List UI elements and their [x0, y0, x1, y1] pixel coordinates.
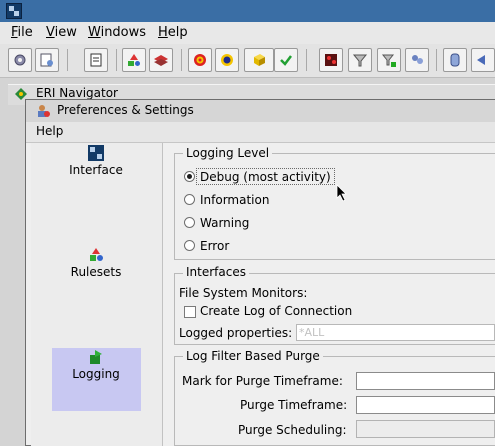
category-rulesets[interactable]: Rulesets: [51, 247, 141, 279]
logging-level-legend: Logging Level: [183, 146, 273, 160]
main-toolbar: [0, 44, 495, 78]
layers-icon[interactable]: [149, 48, 173, 72]
purge-scheduling-label: Purge Scheduling:: [238, 423, 347, 437]
purge-timeframe-label: Purge Timeframe:: [240, 398, 348, 412]
radio-debug-label[interactable]: Debug (most activity): [200, 170, 331, 184]
main-menu-bar: File View Windows Help: [0, 22, 495, 44]
logging-icon: [88, 349, 104, 365]
category-logging[interactable]: Logging: [51, 349, 141, 381]
main-title-bar: [0, 0, 495, 22]
arrow-icon[interactable]: [471, 48, 495, 72]
target-icon[interactable]: [188, 48, 212, 72]
radio-error-label[interactable]: Error: [200, 239, 229, 253]
preferences-icon: [35, 103, 51, 119]
menu-windows[interactable]: Windows: [88, 25, 146, 40]
category-logging-label: Logging: [72, 367, 120, 381]
mouse-cursor-icon: [336, 184, 348, 205]
document-icon[interactable]: [84, 48, 108, 72]
radio-debug[interactable]: [184, 171, 195, 182]
category-interface-label: Interface: [69, 163, 123, 177]
checkmark-icon[interactable]: [274, 48, 298, 72]
cube-dropdown-icon[interactable]: [244, 48, 274, 72]
radio-information-label[interactable]: Information: [200, 193, 269, 207]
filter-icon[interactable]: [348, 48, 372, 72]
navigator-title: ERI Navigator: [36, 86, 118, 100]
rules-view-icon[interactable]: [35, 48, 59, 72]
shapes-icon[interactable]: [122, 48, 146, 72]
menu-view[interactable]: View: [46, 25, 77, 40]
interfaces-legend: Interfaces: [183, 265, 249, 279]
radio-warning-label[interactable]: Warning: [200, 216, 249, 230]
preferences-menu-bar: [26, 122, 495, 143]
filter-add-icon[interactable]: [377, 48, 401, 72]
rulesets-icon: [88, 247, 104, 263]
logged-properties-label: Logged properties:: [179, 326, 293, 340]
refresh-cycle-icon[interactable]: [215, 48, 239, 72]
purge-legend: Log Filter Based Purge: [183, 349, 323, 363]
radio-information[interactable]: [184, 194, 195, 205]
category-rulesets-label: Rulesets: [70, 265, 122, 279]
users-icon[interactable]: [405, 48, 429, 72]
create-log-checkbox[interactable]: [184, 306, 196, 318]
mark-for-purge-input[interactable]: [356, 372, 495, 390]
preferences-menu-help[interactable]: Help: [36, 124, 63, 138]
file-system-monitors-label: File System Monitors:: [179, 286, 308, 300]
app-icon: [6, 3, 22, 19]
menu-help[interactable]: Help: [158, 25, 188, 40]
database-icon[interactable]: [443, 48, 467, 72]
logged-properties-input[interactable]: *ALL: [296, 324, 495, 341]
radio-error[interactable]: [184, 240, 195, 251]
create-log-label[interactable]: Create Log of Connection: [200, 304, 352, 318]
purge-scheduling-input[interactable]: [356, 420, 495, 438]
pattern-icon[interactable]: [319, 48, 343, 72]
category-interface[interactable]: Interface: [51, 145, 141, 177]
menu-file[interactable]: File: [11, 25, 33, 40]
mark-for-purge-label: Mark for Purge Timeframe:: [182, 374, 343, 388]
purge-timeframe-input[interactable]: [356, 396, 495, 414]
gear-icon[interactable]: [8, 48, 32, 72]
radio-warning[interactable]: [184, 217, 195, 228]
interface-icon: [88, 145, 104, 161]
preferences-title: Preferences & Settings: [57, 103, 194, 117]
